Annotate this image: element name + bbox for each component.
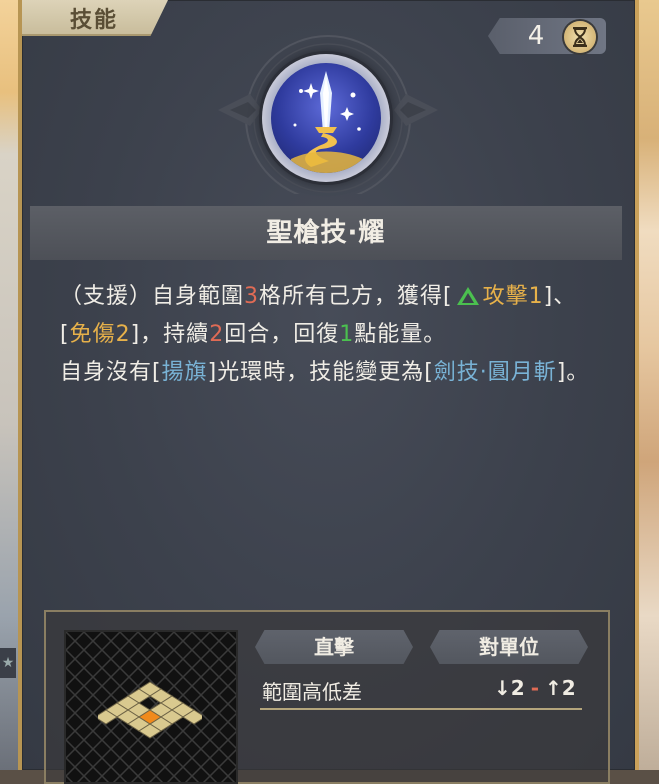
desc-duration-value: 2 bbox=[209, 322, 225, 347]
desc-text: ]，持續 bbox=[130, 322, 210, 347]
buff-attack-link[interactable]: 攻擊1 bbox=[483, 284, 544, 309]
desc-text: 格所有己方，獲得[ bbox=[259, 284, 453, 309]
height-diff-label: 範圍高低差 bbox=[262, 680, 362, 704]
desc-text: 自身沒有[ bbox=[60, 360, 162, 385]
tab-skill-label: 技能 bbox=[70, 8, 119, 33]
attack-type-tag: 直擊 bbox=[255, 630, 413, 664]
desc-text: （支援）自身範圍 bbox=[60, 284, 245, 309]
desc-text: 點能量。 bbox=[354, 322, 447, 347]
height-divider bbox=[260, 708, 582, 710]
range-tiles bbox=[98, 681, 202, 739]
holy-spear-icon[interactable] bbox=[271, 63, 381, 173]
height-diff-value: ↓2- ↑2 bbox=[494, 676, 576, 700]
height-up-value: ↑2 bbox=[545, 676, 576, 700]
height-separator: - bbox=[530, 676, 539, 700]
desc-energy-value: 1 bbox=[339, 322, 355, 347]
target-type-tag: 對單位 bbox=[430, 630, 588, 664]
desc-text: ]光環時，技能變更為[ bbox=[207, 360, 434, 385]
panel-right-frame bbox=[635, 0, 639, 770]
side-star-icon: ★ bbox=[0, 648, 16, 678]
height-down-value: ↓2 bbox=[494, 676, 525, 700]
skill-title: 聖槍技·耀 bbox=[266, 218, 386, 248]
desc-text: 回合，回復 bbox=[224, 322, 340, 347]
cooldown-value: 4 bbox=[527, 21, 545, 51]
desc-text: ]。 bbox=[556, 360, 590, 385]
hourglass-icon bbox=[564, 21, 596, 53]
aura-banner-link[interactable]: 揚旗 bbox=[162, 360, 208, 385]
skill-description: （支援）自身範圍3格所有己方，獲得[攻擊1]、[免傷2]，持續2回合，回復1點能… bbox=[60, 278, 608, 392]
buff-damage-reduction-link[interactable]: 免傷2 bbox=[70, 322, 131, 347]
attack-up-icon bbox=[456, 287, 479, 305]
desc-range-value: 3 bbox=[244, 284, 260, 309]
alt-skill-link[interactable]: 劍技·圓月斬 bbox=[434, 360, 557, 385]
